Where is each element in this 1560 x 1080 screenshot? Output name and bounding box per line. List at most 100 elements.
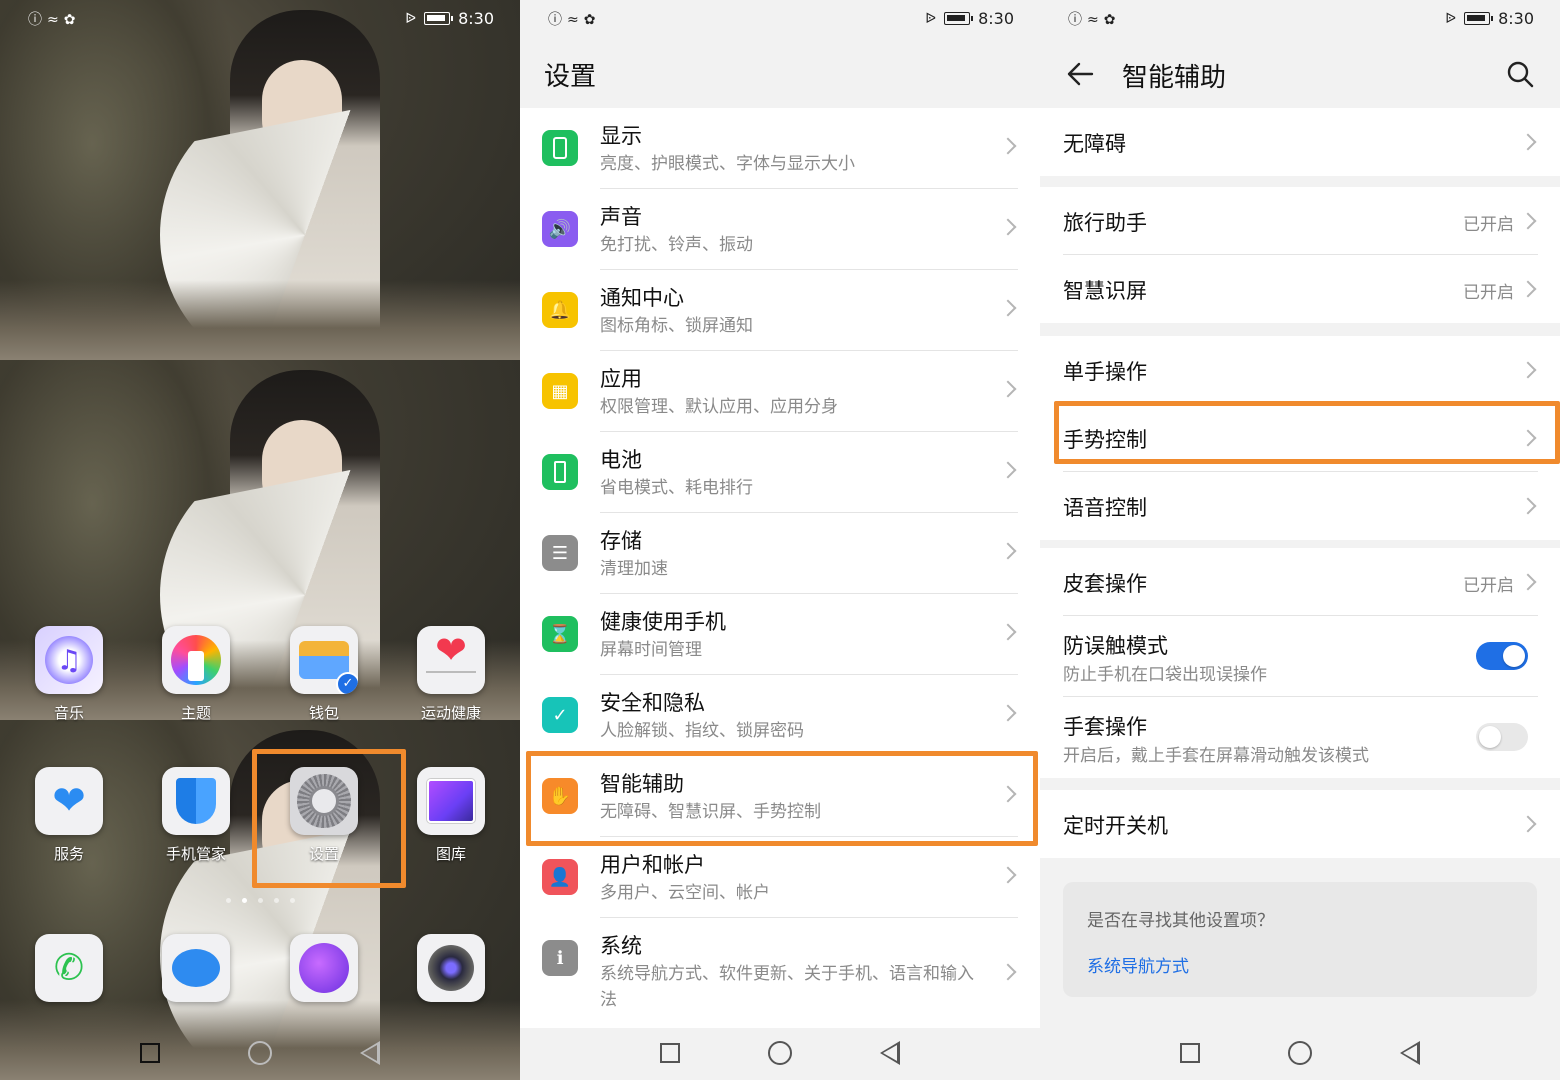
setting-gesture-control[interactable]: 手势控制 bbox=[1040, 404, 1560, 472]
setting-accessibility[interactable]: 无障碍 bbox=[1040, 108, 1560, 176]
chevron-right-icon bbox=[999, 380, 1017, 398]
settings-group: 定时开关机 bbox=[1040, 790, 1560, 858]
home-icon[interactable] bbox=[248, 1040, 272, 1065]
page-header: 智能辅助 bbox=[1040, 40, 1560, 108]
clock: 8:30 bbox=[458, 9, 494, 28]
chevron-right-icon bbox=[1519, 361, 1537, 379]
setting-voice-control[interactable]: 语音控制 bbox=[1040, 472, 1560, 540]
setting-cover-operation[interactable]: 皮套操作 已开启 bbox=[1040, 548, 1560, 616]
chevron-right-icon bbox=[1519, 815, 1537, 833]
app-theme[interactable]: 主题 bbox=[146, 626, 246, 723]
message-icon bbox=[162, 934, 230, 1002]
settings-item-apps[interactable]: ▦ 应用 权限管理、默认应用、应用分身 bbox=[520, 351, 1040, 432]
status-bar: ⓘ ≈ ✿ ᐉ 8:30 bbox=[1040, 0, 1560, 40]
recent-apps-icon[interactable] bbox=[1180, 1042, 1200, 1063]
gear-icon bbox=[290, 767, 358, 835]
bell-icon: 🔔 bbox=[542, 292, 578, 328]
back-icon[interactable] bbox=[1400, 1040, 1420, 1065]
settings-item-storage[interactable]: ☰ 存储 清理加速 bbox=[520, 513, 1040, 594]
theme-brush-icon bbox=[162, 626, 230, 694]
chevron-right-icon bbox=[999, 218, 1017, 236]
settings-item-display[interactable]: 显示 亮度、护眼模式、字体与显示大小 bbox=[520, 108, 1040, 189]
settings-item-system[interactable]: ℹ 系统 系统导航方式、软件更新、关于手机、语言和输入法 bbox=[520, 918, 1040, 1028]
wifi-icon: ≈ bbox=[47, 12, 59, 28]
page-title: 智能辅助 bbox=[1122, 63, 1227, 93]
sound-icon: 🔊 bbox=[542, 211, 578, 247]
back-arrow-icon[interactable] bbox=[1066, 60, 1094, 88]
home-icon[interactable] bbox=[768, 1040, 792, 1065]
setting-travel-assistant[interactable]: 旅行助手 已开启 bbox=[1040, 187, 1560, 255]
app-phone-manager[interactable]: 手机管家 bbox=[146, 767, 246, 864]
app-gallery[interactable]: 图库 bbox=[401, 767, 501, 864]
recent-apps-icon[interactable] bbox=[660, 1042, 680, 1063]
wifi-icon: ≈ bbox=[567, 12, 579, 28]
recent-apps-icon[interactable] bbox=[140, 1042, 160, 1063]
dock-browser[interactable] bbox=[274, 934, 374, 1002]
settings-item-users[interactable]: 👤 用户和帐户 多用户、云空间、帐户 bbox=[520, 837, 1040, 918]
page-dot bbox=[289, 898, 295, 903]
status-text: 已开启 bbox=[1463, 283, 1514, 303]
battery-icon bbox=[1464, 12, 1494, 25]
gallery-icon bbox=[417, 767, 485, 835]
clock: 8:30 bbox=[978, 9, 1014, 28]
back-icon[interactable] bbox=[880, 1040, 900, 1065]
app-service[interactable]: ❤ 服务 bbox=[19, 767, 119, 864]
home-screen: ⓘ ≈ ✿ ᐉ 8:30 ♫ 音乐 主题 ✓ 钱包 ❤ 运动健康 ❤ 服务 手机… bbox=[0, 0, 520, 1080]
setting-accidental-touch-mode: 防误触模式 防止手机在口袋出现误操作 bbox=[1040, 616, 1560, 697]
wallet-icon: ✓ bbox=[290, 626, 358, 694]
system-navigation-link[interactable]: 系统导航方式 bbox=[1087, 952, 1189, 977]
setting-glove-mode: 手套操作 开启后，戴上手套在屏幕滑动触发该模式 bbox=[1040, 697, 1560, 778]
chevron-right-icon bbox=[999, 299, 1017, 317]
chevron-right-icon bbox=[999, 623, 1017, 641]
setting-smart-screen-recognition[interactable]: 智慧识屏 已开启 bbox=[1040, 255, 1560, 323]
settings-item-security[interactable]: ✓ 安全和隐私 人脸解锁、指纹、锁屏密码 bbox=[520, 675, 1040, 756]
status-text: 已开启 bbox=[1463, 215, 1514, 235]
dock-camera[interactable] bbox=[401, 934, 501, 1002]
service-heart-hand-icon: ❤ bbox=[35, 767, 103, 835]
settings-group: 单手操作 手势控制 语音控制 bbox=[1040, 336, 1560, 540]
chevron-right-icon bbox=[999, 785, 1017, 803]
alert-icon: ⓘ bbox=[28, 12, 42, 28]
page-dot bbox=[225, 898, 231, 903]
page-indicator bbox=[0, 898, 520, 903]
settings-list: 显示 亮度、护眼模式、字体与显示大小 🔊 声音 免打扰、铃声、振动 🔔 通知中心 图标… bbox=[520, 108, 1040, 1028]
home-icon[interactable] bbox=[1288, 1040, 1312, 1065]
user-icon: 👤 bbox=[542, 859, 578, 895]
settings-item-battery[interactable]: 电池 省电模式、耗电排行 bbox=[520, 432, 1040, 513]
display-icon bbox=[542, 130, 578, 166]
search-icon[interactable] bbox=[1506, 60, 1534, 88]
settings-item-smart-assist[interactable]: ✋ 智能辅助 无障碍、智慧识屏、手势控制 bbox=[520, 756, 1040, 837]
camera-icon bbox=[417, 934, 485, 1002]
settings-item-digital-balance[interactable]: ⌛ 健康使用手机 屏幕时间管理 bbox=[520, 594, 1040, 675]
setting-one-handed-mode[interactable]: 单手操作 bbox=[1040, 336, 1560, 404]
app-settings[interactable]: 设置 bbox=[274, 767, 374, 864]
apps-grid-icon: ▦ bbox=[542, 373, 578, 409]
verified-badge-icon: ✓ bbox=[336, 672, 358, 694]
accidental-touch-toggle[interactable] bbox=[1476, 642, 1528, 670]
battery-icon bbox=[424, 12, 454, 25]
security-shield-icon: ✓ bbox=[542, 697, 578, 733]
wallpaper-image bbox=[0, 0, 520, 360]
app-music[interactable]: ♫ 音乐 bbox=[19, 626, 119, 723]
page-title: 设置 bbox=[544, 62, 597, 92]
chevron-right-icon bbox=[999, 461, 1017, 479]
chevron-right-icon bbox=[1519, 280, 1537, 298]
suggestion-card: 是否在寻找其他设置项？ 系统导航方式 bbox=[1063, 882, 1537, 997]
dock-phone[interactable]: ✆ bbox=[19, 934, 119, 1002]
back-icon[interactable] bbox=[360, 1040, 380, 1065]
chevron-right-icon bbox=[999, 866, 1017, 884]
app-wallet[interactable]: ✓ 钱包 bbox=[274, 626, 374, 723]
battery-icon bbox=[944, 12, 974, 25]
app-health[interactable]: ❤ 运动健康 bbox=[401, 626, 501, 723]
glove-mode-toggle[interactable] bbox=[1476, 723, 1528, 751]
dock-messages[interactable] bbox=[146, 934, 246, 1002]
chevron-right-icon bbox=[1519, 573, 1537, 591]
chevron-right-icon bbox=[1519, 212, 1537, 230]
settings-item-notifications[interactable]: 🔔 通知中心 图标角标、锁屏通知 bbox=[520, 270, 1040, 351]
navigation-bar bbox=[0, 1030, 520, 1075]
smart-assist-screen: ⓘ ≈ ✿ ᐉ 8:30 智能辅助 无障碍 旅行助手 已开启 智慧识屏 已开启 … bbox=[1040, 0, 1560, 1080]
setting-scheduled-power[interactable]: 定时开关机 bbox=[1040, 790, 1560, 858]
phone-icon: ✆ bbox=[35, 934, 103, 1002]
settings-group: 旅行助手 已开启 智慧识屏 已开启 bbox=[1040, 187, 1560, 323]
settings-item-sound[interactable]: 🔊 声音 免打扰、铃声、振动 bbox=[520, 189, 1040, 270]
